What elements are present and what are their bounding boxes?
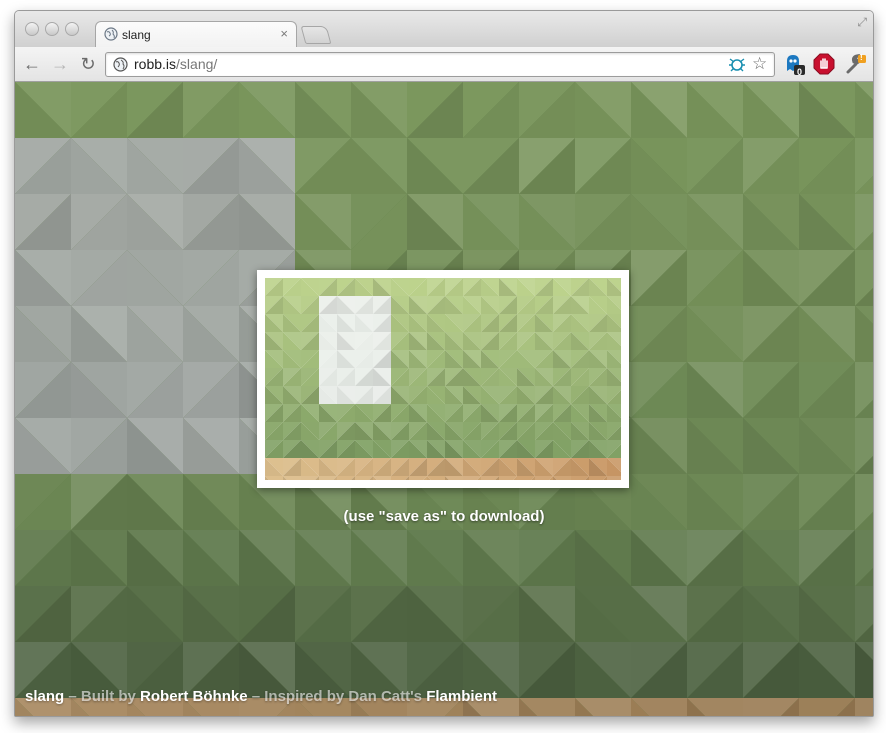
adblock-icon[interactable] xyxy=(813,53,835,75)
wrench-badge: ! xyxy=(860,53,863,62)
bug-icon[interactable] xyxy=(728,56,746,73)
page-content: (use "save as" to download) slang – Buil… xyxy=(15,82,873,716)
star-icon[interactable]: ☆ xyxy=(752,55,767,73)
ghostery-count: 0 xyxy=(797,67,803,77)
wallpaper-preview-frame xyxy=(257,270,629,488)
url-host: robb.is xyxy=(134,56,177,72)
footer-separator: – xyxy=(247,688,265,705)
minimize-window-button[interactable] xyxy=(45,22,59,36)
mosaic-tile xyxy=(855,698,873,716)
tab-title: slang xyxy=(122,28,151,42)
toolbar: ← → ↻ robb.is/slang/ ☆ 0 ! xyxy=(15,47,873,82)
url-path: /slang/ xyxy=(176,56,218,72)
zoom-window-button[interactable] xyxy=(65,22,79,36)
close-window-button[interactable] xyxy=(25,22,39,36)
fullscreen-icon[interactable]: ⤢ xyxy=(857,15,867,30)
footer: slang – Built by Robert Böhnke – Inspire… xyxy=(25,688,497,705)
download-hint: (use "save as" to download) xyxy=(343,508,545,525)
globe-icon xyxy=(104,27,118,41)
built-by-label: Built by xyxy=(80,688,141,705)
inspired-by-label: Inspired by Dan Catt's xyxy=(264,688,427,705)
tab-strip: slang × ⤢ xyxy=(15,11,873,48)
close-icon[interactable]: × xyxy=(280,26,288,41)
wrench-icon[interactable] xyxy=(845,53,867,75)
forward-arrow-icon[interactable]: → xyxy=(49,53,71,75)
author-link[interactable]: Robert Böhnke xyxy=(140,688,248,705)
app-name: slang xyxy=(25,688,65,705)
globe-icon xyxy=(113,57,128,72)
tab-slang[interactable]: slang × xyxy=(95,21,297,48)
reload-icon[interactable]: ↻ xyxy=(77,53,99,75)
url-text: robb.is/slang/ xyxy=(134,56,217,72)
footer-separator: – xyxy=(64,688,81,705)
browser-window: slang × ⤢ ← → ↻ robb.is/slang/ ☆ 0 ! (us… xyxy=(14,10,874,717)
back-arrow-icon[interactable]: ← xyxy=(21,53,43,75)
mosaic-tile xyxy=(607,476,621,480)
address-bar[interactable]: robb.is/slang/ ☆ xyxy=(105,52,775,77)
new-tab-button[interactable] xyxy=(300,26,332,44)
wallpaper-preview[interactable] xyxy=(265,278,621,480)
flambient-link[interactable]: Flambient xyxy=(426,688,497,705)
